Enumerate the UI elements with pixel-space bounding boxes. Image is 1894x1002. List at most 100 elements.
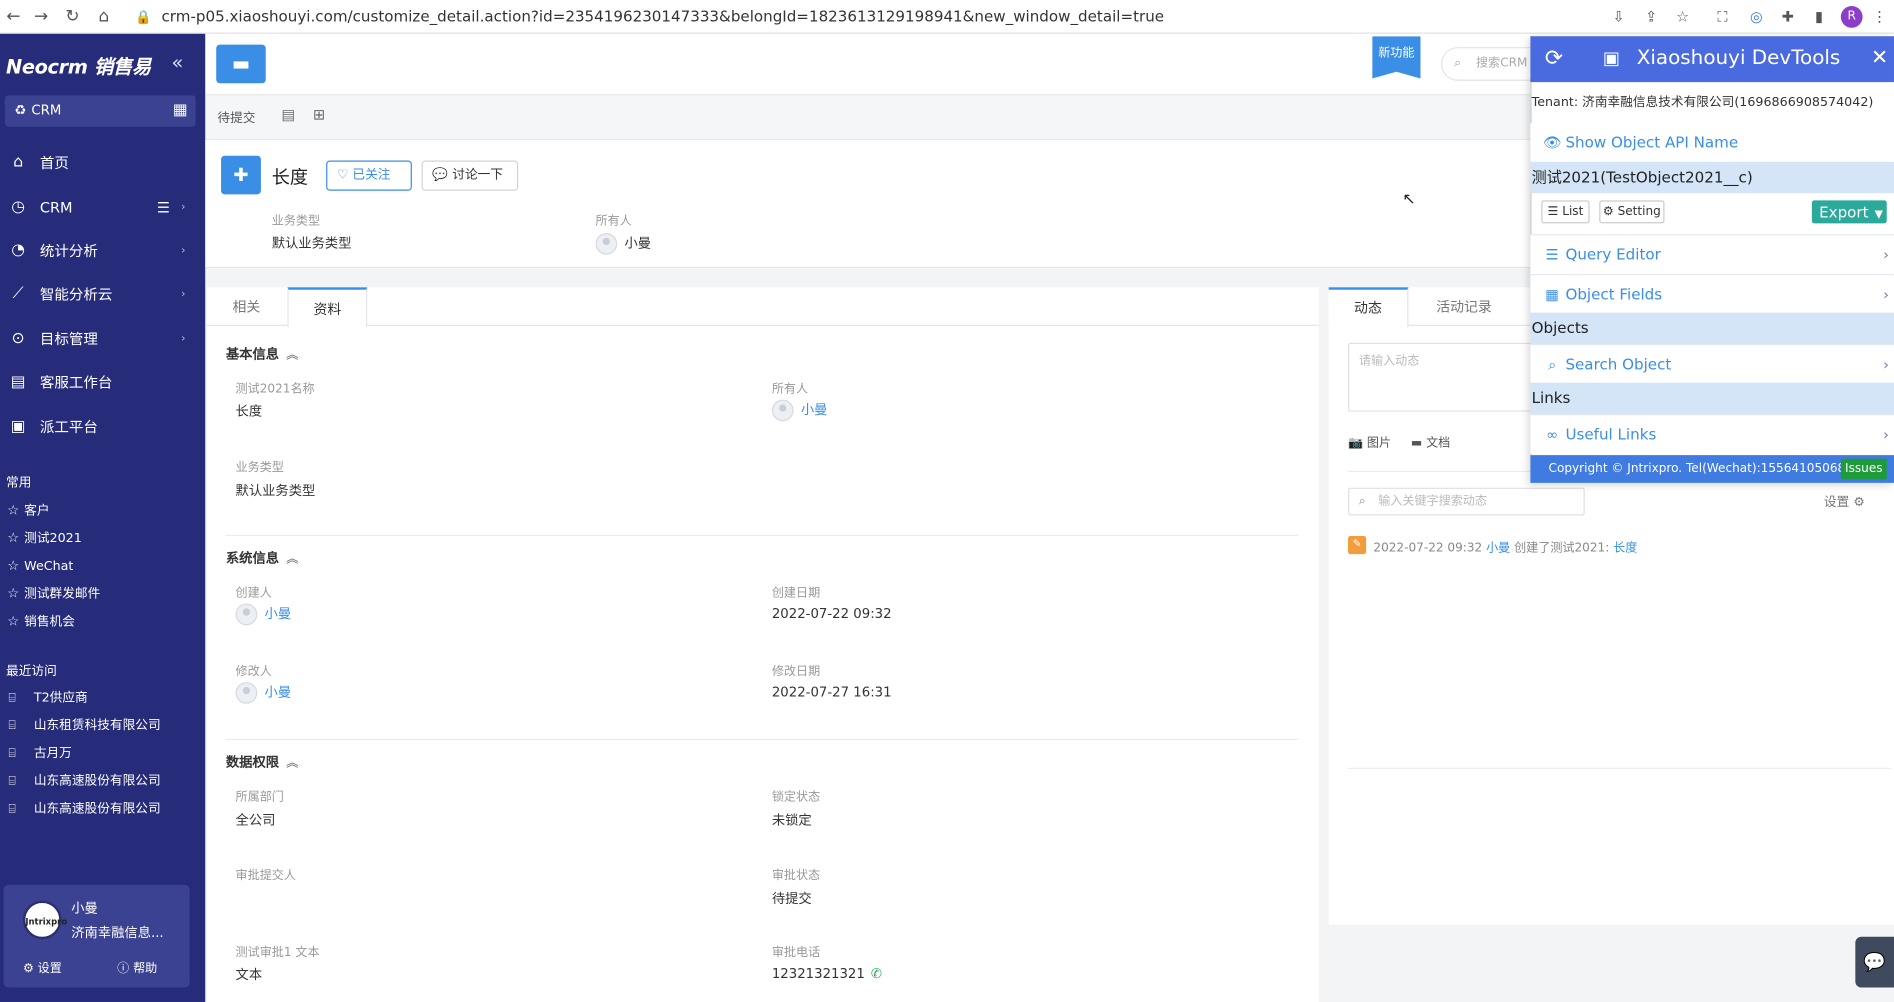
favorite-item[interactable]: ☆ 销售机会 [7, 611, 75, 633]
star-icon: ☆ [7, 585, 20, 602]
favorite-item[interactable]: ☆ WeChat [7, 555, 73, 577]
section-system-info[interactable]: 系统信息 ︽ [226, 548, 298, 567]
collapse-sidebar-icon[interactable]: « [172, 51, 184, 74]
user-name: 小曼 [71, 900, 98, 917]
recent-item[interactable]: ⌸ 山东高速股份有限公司 [8, 798, 160, 820]
owner-link[interactable]: 小曼 [771, 399, 827, 422]
hierarchy-icon[interactable]: ⊞ [313, 106, 325, 123]
extension-icon[interactable]: ⛶ [1713, 7, 1732, 26]
entry-user[interactable]: 小曼 [1486, 542, 1510, 555]
recent-item[interactable]: ⌸ 山东高速股份有限公司 [8, 770, 160, 792]
issues-button[interactable]: Issues [1840, 458, 1887, 480]
export-button[interactable]: Export ▼ [1811, 200, 1887, 224]
tab-related[interactable]: 相关 [207, 287, 287, 326]
forward-icon[interactable]: → [30, 6, 52, 28]
object-icon: ✚ [221, 155, 261, 195]
search-object-label: Search Object [1565, 354, 1672, 374]
entry-object[interactable]: 长度 [1613, 542, 1637, 555]
search-icon: ⌕ [1358, 494, 1366, 509]
tab-dynamic[interactable]: 动态 [1328, 287, 1409, 328]
recent-item[interactable]: ⌸ 古月万 [8, 742, 71, 764]
recent-label: 山东租赁科技有限公司 [33, 718, 161, 733]
business-type-value: 默认业务类型 [271, 235, 352, 252]
sidebar-item-home[interactable]: ⌂ 首页 [0, 141, 205, 184]
chat-icon: ▬ [231, 51, 251, 75]
menu-dots-icon[interactable]: ⋮ [1870, 7, 1889, 26]
profile-avatar[interactable]: R [1840, 6, 1863, 28]
sidebar-item-analytics[interactable]: ◔ 统计分析 › [0, 229, 205, 272]
grid-icon: ▦ [1545, 286, 1560, 304]
brand-logo[interactable]: Neocrm 销售易 [6, 51, 151, 80]
setting-label: Setting [1617, 205, 1661, 219]
phone-icon[interactable]: ✆ [871, 966, 882, 982]
install-icon[interactable]: ⇩ [1609, 7, 1628, 26]
feed-settings[interactable]: 设置 ⚙ [1824, 493, 1865, 511]
recent-item[interactable]: ⌸ 山东租赁科技有限公司 [8, 715, 160, 737]
reload-icon[interactable]: ↻ [62, 6, 84, 28]
favorite-item[interactable]: ☆ 测试群发邮件 [7, 583, 100, 605]
useful-links-item[interactable]: ∞ Useful Links › [1530, 414, 1894, 454]
sidebar-item-crm[interactable]: ◷ CRM ☰ › [0, 186, 205, 229]
show-api-name-toggle[interactable]: 👁 Show Object API Name [1530, 123, 1894, 163]
sidebar-item-goals[interactable]: ⊙ 目标管理 › [0, 317, 205, 360]
chat-button[interactable]: ▬ [216, 44, 266, 84]
close-icon[interactable]: ✕ [1871, 46, 1888, 70]
sidepanel-icon[interactable]: ▮ [1809, 7, 1828, 26]
section-basic-info[interactable]: 基本信息 ︽ [226, 344, 298, 363]
follow-button[interactable]: ♡ 已关注 [326, 160, 412, 191]
bookmark-star-icon[interactable]: ☆ [1673, 7, 1692, 26]
tab-activity[interactable]: 活动记录 [1416, 287, 1513, 326]
current-object: 测试2021(TestObject2021__c) [1530, 161, 1894, 194]
discuss-label: 讨论一下 [452, 167, 503, 183]
favorite-item[interactable]: ☆ 测试2021 [7, 528, 82, 550]
list-icon[interactable]: ☰ [157, 186, 170, 229]
post-input[interactable]: 请输入动态 [1348, 342, 1542, 412]
favorite-item[interactable]: ☆ 客户 [7, 500, 49, 522]
avatar[interactable]: Jntrixpro [22, 900, 67, 940]
recent-item[interactable]: ⌸ T2供应商 [8, 687, 87, 709]
query-editor-item[interactable]: ☰ Query Editor › [1530, 234, 1894, 275]
grid-icon[interactable]: ▦ [173, 95, 188, 126]
field-value: 全公司 [235, 812, 276, 829]
share-icon[interactable]: ⇪ [1642, 7, 1661, 26]
sidebar-item-dispatch[interactable]: ▣ 派工平台 [0, 406, 205, 449]
sidebar-item-smart-analytics[interactable]: ⟋ 智能分析云 › [0, 273, 205, 316]
list-button[interactable]: ☰ List [1541, 200, 1590, 224]
phone-field[interactable]: 12321321321 ✆ [772, 966, 882, 982]
owner-value[interactable]: 小曼 [595, 232, 651, 255]
phone-value: 12321321321 [771, 965, 865, 982]
document-button[interactable]: ▬ 文档 [1411, 432, 1450, 450]
object-fields-item[interactable]: ▦ Object Fields › [1530, 274, 1894, 314]
field-label: 所属部门 [235, 790, 284, 804]
floating-chat-button[interactable]: 💬 [1855, 936, 1894, 988]
address-bar[interactable]: 🔒 crm-p05.xiaoshouyi.com/customize_detail… [135, 5, 1597, 29]
crm-app-switcher[interactable]: ♻ CRM ▦ [4, 95, 196, 127]
section-title: 基本信息 [225, 346, 280, 363]
refresh-icon[interactable]: ⟳ [1545, 46, 1563, 71]
owner-label: 所有人 [595, 214, 632, 229]
home-icon: ⌂ [13, 153, 24, 172]
field-value: 默认业务类型 [235, 482, 316, 499]
setting-button[interactable]: ⚙ Setting [1599, 200, 1665, 224]
discuss-button[interactable]: 💬 讨论一下 [421, 160, 519, 191]
sidebar-item-label: CRM [39, 199, 73, 217]
puzzle-icon[interactable]: ✚ [1778, 7, 1797, 26]
picture-button[interactable]: 📷 图片 [1348, 432, 1391, 450]
home-icon[interactable]: ⌂ [93, 6, 115, 28]
feed-search-input[interactable]: ⌕ 输入关键字搜索动态 [1348, 487, 1585, 516]
clock-icon: ◷ [11, 197, 25, 217]
modifier-link[interactable]: 小曼 [235, 682, 291, 704]
settings-link[interactable]: ⚙ 设置 [23, 957, 62, 975]
tab-info[interactable]: 资料 [287, 287, 368, 328]
document-icon[interactable]: ▤ [281, 106, 295, 123]
devtools-header: ⟳ ▣ Xiaoshouyi DevTools ✕ [1530, 36, 1894, 83]
devtools-extension-icon[interactable]: ◎ [1747, 7, 1766, 26]
creator-link[interactable]: 小曼 [235, 603, 291, 626]
back-icon[interactable]: ← [2, 6, 24, 28]
sidebar-item-service[interactable]: ▤ 客服工作台 [0, 361, 205, 404]
help-link[interactable]: ⓘ 帮助 [117, 957, 157, 975]
section-data-permission[interactable]: 数据权限 ︽ [226, 752, 298, 771]
search-object-item[interactable]: ⌕ Search Object › [1530, 344, 1894, 384]
favorite-label: 测试群发邮件 [24, 586, 101, 602]
chevron-right-icon: › [181, 245, 186, 258]
